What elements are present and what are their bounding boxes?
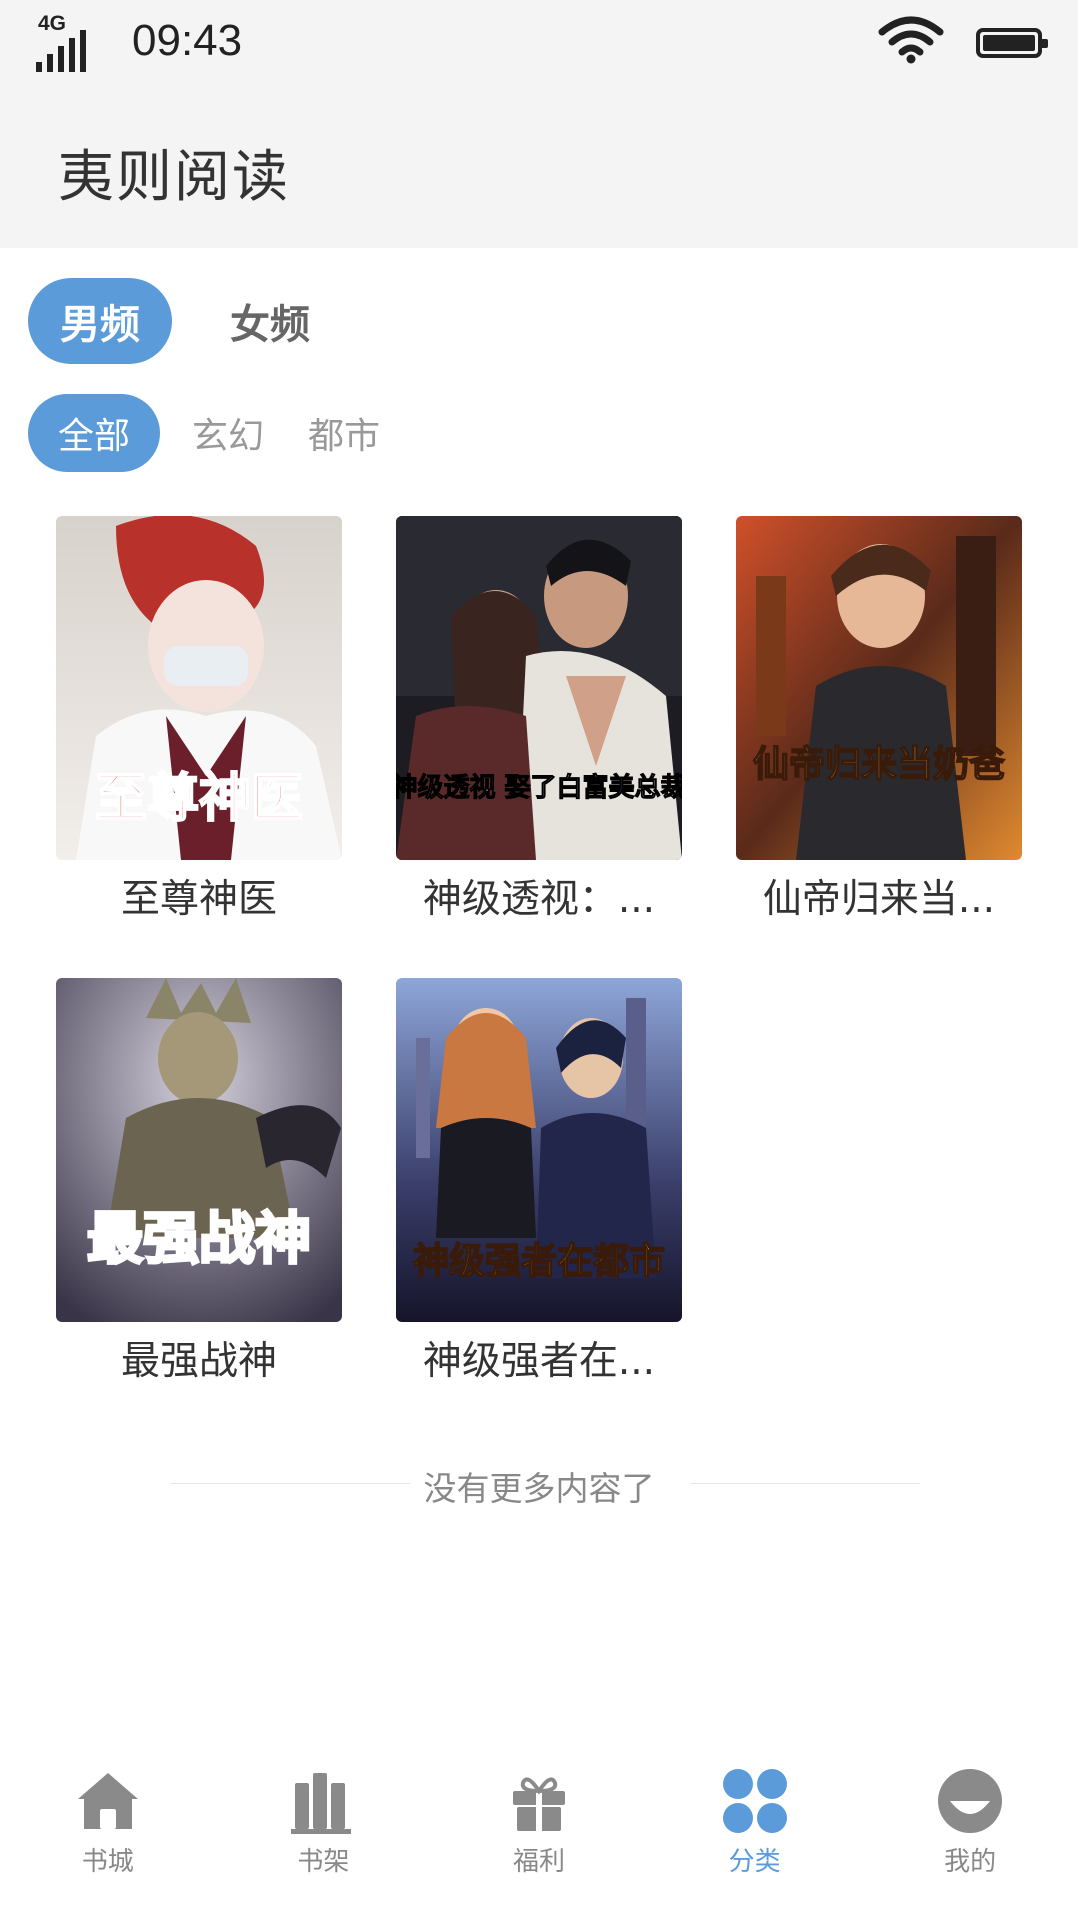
- home-icon: [77, 1773, 138, 1829]
- cover-title-text: 神级透视 娶了白富美总裁: [396, 772, 682, 803]
- gender-tabs: 男频 女频: [28, 278, 368, 364]
- book-cover[interactable]: 神级透视 娶了白富美总裁: [396, 516, 682, 860]
- wifi-icon: [878, 16, 944, 64]
- nav-bookstore[interactable]: 书城: [0, 1745, 216, 1918]
- gift-icon: [512, 1777, 565, 1831]
- cover-title-text: 最强战神: [87, 1207, 311, 1272]
- profile-icon: [938, 1769, 1003, 1833]
- nav-label: 我的: [944, 1847, 997, 1877]
- book-title[interactable]: 仙帝归来当...: [736, 868, 1022, 924]
- nav-profile[interactable]: 我的: [862, 1745, 1078, 1918]
- nav-welfare[interactable]: 福利: [431, 1745, 647, 1918]
- end-of-list-note: 没有更多内容了: [0, 1458, 1078, 1508]
- book-card[interactable]: 至尊神医 至尊神医: [56, 516, 342, 924]
- tab-female[interactable]: 女频: [202, 278, 338, 364]
- book-cover[interactable]: 仙帝归来当奶爸: [736, 516, 1022, 860]
- book-cover[interactable]: 最强战神: [56, 978, 342, 1322]
- tab-male[interactable]: 男频: [28, 278, 172, 364]
- nav-category[interactable]: 分类: [647, 1745, 863, 1918]
- book-card[interactable]: 神级强者在都市 神级强者在...: [396, 978, 682, 1386]
- book-title[interactable]: 神级强者在...: [396, 1330, 682, 1386]
- end-note-text: 没有更多内容了: [423, 1469, 655, 1508]
- book-cover[interactable]: 神级强者在都市: [396, 978, 682, 1322]
- battery-icon: [976, 28, 1048, 58]
- cover-title-text: 仙帝归来当奶爸: [753, 744, 1005, 785]
- book-card[interactable]: 仙帝归来当奶爸 仙帝归来当...: [736, 516, 1022, 924]
- cellular-signal-icon: 4G: [34, 10, 104, 72]
- nav-label: 书架: [297, 1847, 350, 1877]
- category-grid-icon: [722, 1769, 787, 1833]
- book-cover[interactable]: 至尊神医: [56, 516, 342, 860]
- app-title: 夷则阅读: [58, 145, 290, 210]
- bookshelf-icon: [291, 1773, 352, 1834]
- status-bar: 4G 09:43: [0, 0, 1078, 80]
- cover-title-text: 神级强者在都市: [413, 1241, 665, 1282]
- app-header: 夷则阅读: [0, 80, 1078, 248]
- cover-title-text: 至尊神医: [95, 769, 303, 829]
- category-tab-all[interactable]: 全部: [28, 394, 160, 472]
- bottom-nav: 书城 书架 福利 分类 我的: [0, 1745, 1078, 1918]
- nav-label: 书城: [81, 1847, 134, 1877]
- category-tab-fantasy[interactable]: 玄幻: [192, 407, 264, 459]
- status-time: 09:43: [132, 16, 243, 65]
- book-title[interactable]: 最强战神: [56, 1330, 342, 1386]
- book-title[interactable]: 神级透视：...: [396, 868, 682, 924]
- nav-label: 分类: [728, 1847, 781, 1877]
- category-tabs: 全部 玄幻 都市: [28, 394, 424, 472]
- book-card[interactable]: 神级透视 娶了白富美总裁 神级透视：...: [396, 516, 682, 924]
- book-card[interactable]: 最强战神 最强战神: [56, 978, 342, 1386]
- book-title[interactable]: 至尊神医: [56, 868, 342, 924]
- nav-bookshelf[interactable]: 书架: [216, 1745, 432, 1918]
- category-tab-urban[interactable]: 都市: [308, 407, 380, 459]
- nav-label: 福利: [512, 1847, 565, 1877]
